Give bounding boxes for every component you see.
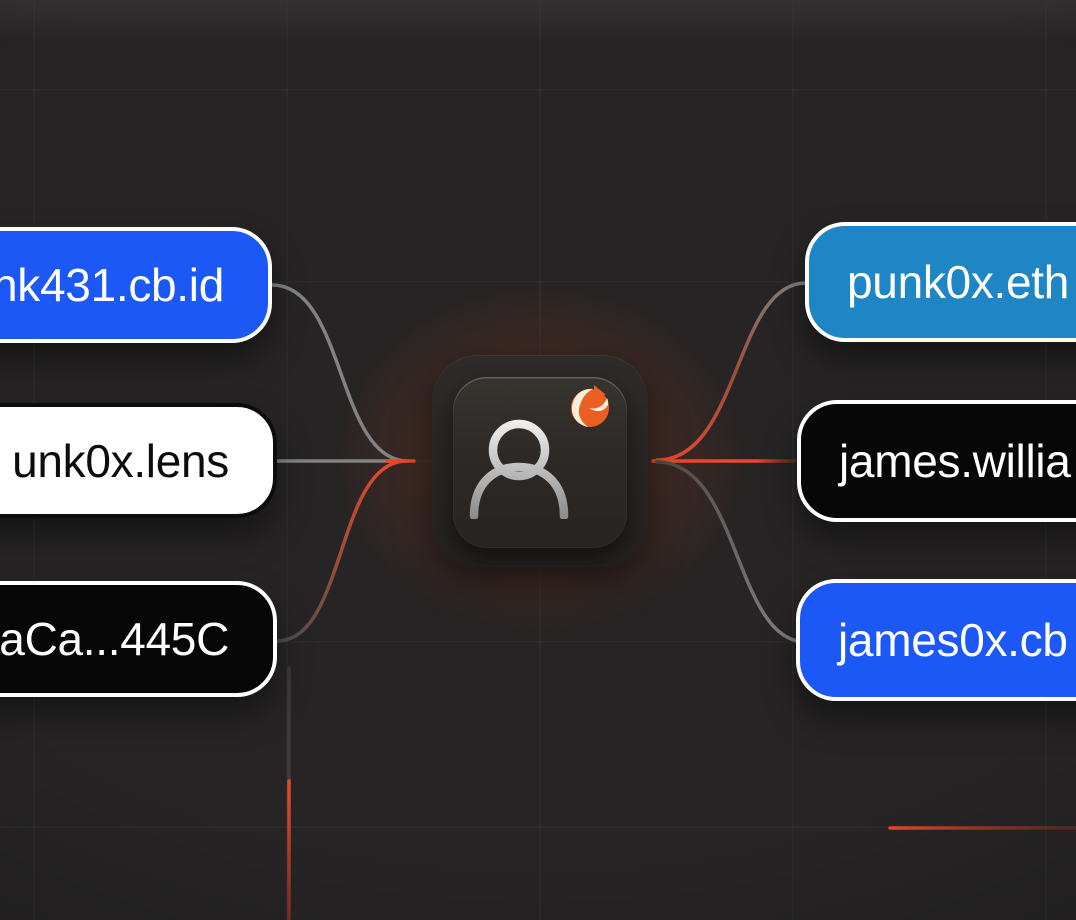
identity-node-left-bottom[interactable]: aCa...445C bbox=[0, 581, 277, 697]
identity-node-right-middle[interactable]: james.willia bbox=[797, 400, 1076, 522]
identity-label: nk431.cb.id bbox=[0, 258, 224, 312]
identity-label: punk0x.eth bbox=[847, 255, 1069, 309]
identity-node-left-top[interactable]: nk431.cb.id bbox=[0, 227, 272, 343]
person-icon bbox=[467, 419, 571, 519]
identity-node-left-middle[interactable]: unk0x.lens bbox=[0, 403, 277, 518]
identity-label: unk0x.lens bbox=[12, 434, 229, 488]
identity-node-right-top[interactable]: punk0x.eth bbox=[805, 222, 1076, 342]
identity-label: aCa...445C bbox=[0, 612, 229, 666]
identity-node-right-bottom[interactable]: james0x.cb bbox=[796, 579, 1076, 701]
graph-canvas[interactable]: nk431.cb.id unk0x.lens aCa...445C punk0x… bbox=[0, 0, 1076, 920]
identity-label: james.willia bbox=[839, 434, 1071, 488]
identity-label: james0x.cb bbox=[838, 613, 1068, 667]
firefly-fox-icon bbox=[568, 385, 612, 429]
center-profile-node[interactable] bbox=[432, 355, 648, 567]
